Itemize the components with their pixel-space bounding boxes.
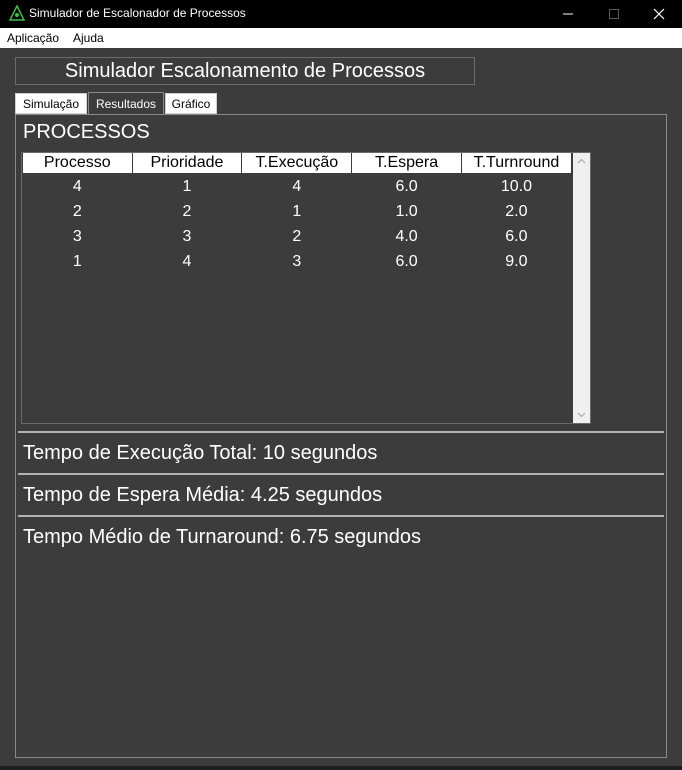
app-header-title: Simulador Escalonamento de Processos [15,57,475,85]
menu-ajuda[interactable]: Ajuda [73,31,104,45]
table-cell: 6.0 [505,227,528,245]
maximize-button[interactable] [591,0,637,28]
table-cell: 4.0 [395,227,418,245]
table-cell: 3 [182,227,192,245]
menu-bar: Aplicação Ajuda [0,28,682,48]
table-cell: 2 [182,202,192,220]
table-cell: 10.0 [500,177,532,195]
table-cell: 4 [292,177,302,195]
tab-grafico[interactable]: Gráfico [165,93,217,114]
section-title: PROCESSOS [23,121,150,143]
column-header-prioridade[interactable]: Prioridade [131,153,243,174]
table-cell: 3 [292,252,302,270]
minimize-icon [563,13,573,15]
chevron-up-icon [577,158,586,164]
table-scrollbar[interactable] [573,153,590,423]
tab-simulacao[interactable]: Simulação [15,93,87,114]
title-bar[interactable]: Simulador de Escalonador de Processos [0,0,682,28]
separator [18,515,664,517]
total-execution-time: Tempo de Execução Total: 10 segundos [23,442,378,464]
close-button[interactable] [636,0,682,28]
table-cell: 6.0 [395,252,418,270]
menu-aplicacao[interactable]: Aplicação [7,31,59,45]
app-icon [8,4,26,21]
table-cell: 4 [72,177,82,195]
table-header-row: Processo Prioridade T.Execução T.Espera … [22,153,573,174]
maximize-icon [609,9,619,19]
table-cell: 3 [72,227,82,245]
table-cell: 4 [182,252,192,270]
window-bottom-edge [0,766,682,770]
table-row[interactable]: 4 1 4 6.0 10.0 [23,174,572,200]
window-title: Simulador de Escalonador de Processos [29,6,246,20]
separator [18,431,664,433]
table-cell: 1 [182,177,192,195]
table-cell: 2 [72,202,82,220]
table-cell: 2 [292,227,302,245]
table-cell: 1 [72,252,82,270]
process-table[interactable]: Processo Prioridade T.Execução T.Espera … [21,152,591,424]
table-row[interactable]: 1 4 3 6.0 9.0 [23,249,572,274]
average-turnaround-time: Tempo Médio de Turnaround: 6.75 segundos [23,526,422,548]
close-icon [653,8,665,20]
table-cell: 1.0 [395,202,418,220]
chevron-down-icon [577,412,586,418]
table-cell: 9.0 [505,252,528,270]
table-row[interactable]: 3 3 2 4.0 6.0 [23,224,572,249]
column-header-processo[interactable]: Processo [22,153,133,174]
average-wait-time: Tempo de Espera Média: 4.25 segundos [23,484,383,506]
column-header-tespera[interactable]: T.Espera [351,153,462,174]
column-header-texecucao[interactable]: T.Execução [241,153,353,174]
tab-resultados[interactable]: Resultados [88,92,164,115]
minimize-button[interactable] [545,0,591,28]
table-cell: 2.0 [505,202,528,220]
table-cell: 6.0 [395,177,418,195]
column-header-tturnround[interactable]: T.Turnround [460,153,573,174]
separator [18,473,664,475]
table-cell: 1 [292,202,302,220]
process-table-grid: Processo Prioridade T.Execução T.Espera … [22,153,573,274]
table-row[interactable]: 2 2 1 1.0 2.0 [23,199,572,224]
